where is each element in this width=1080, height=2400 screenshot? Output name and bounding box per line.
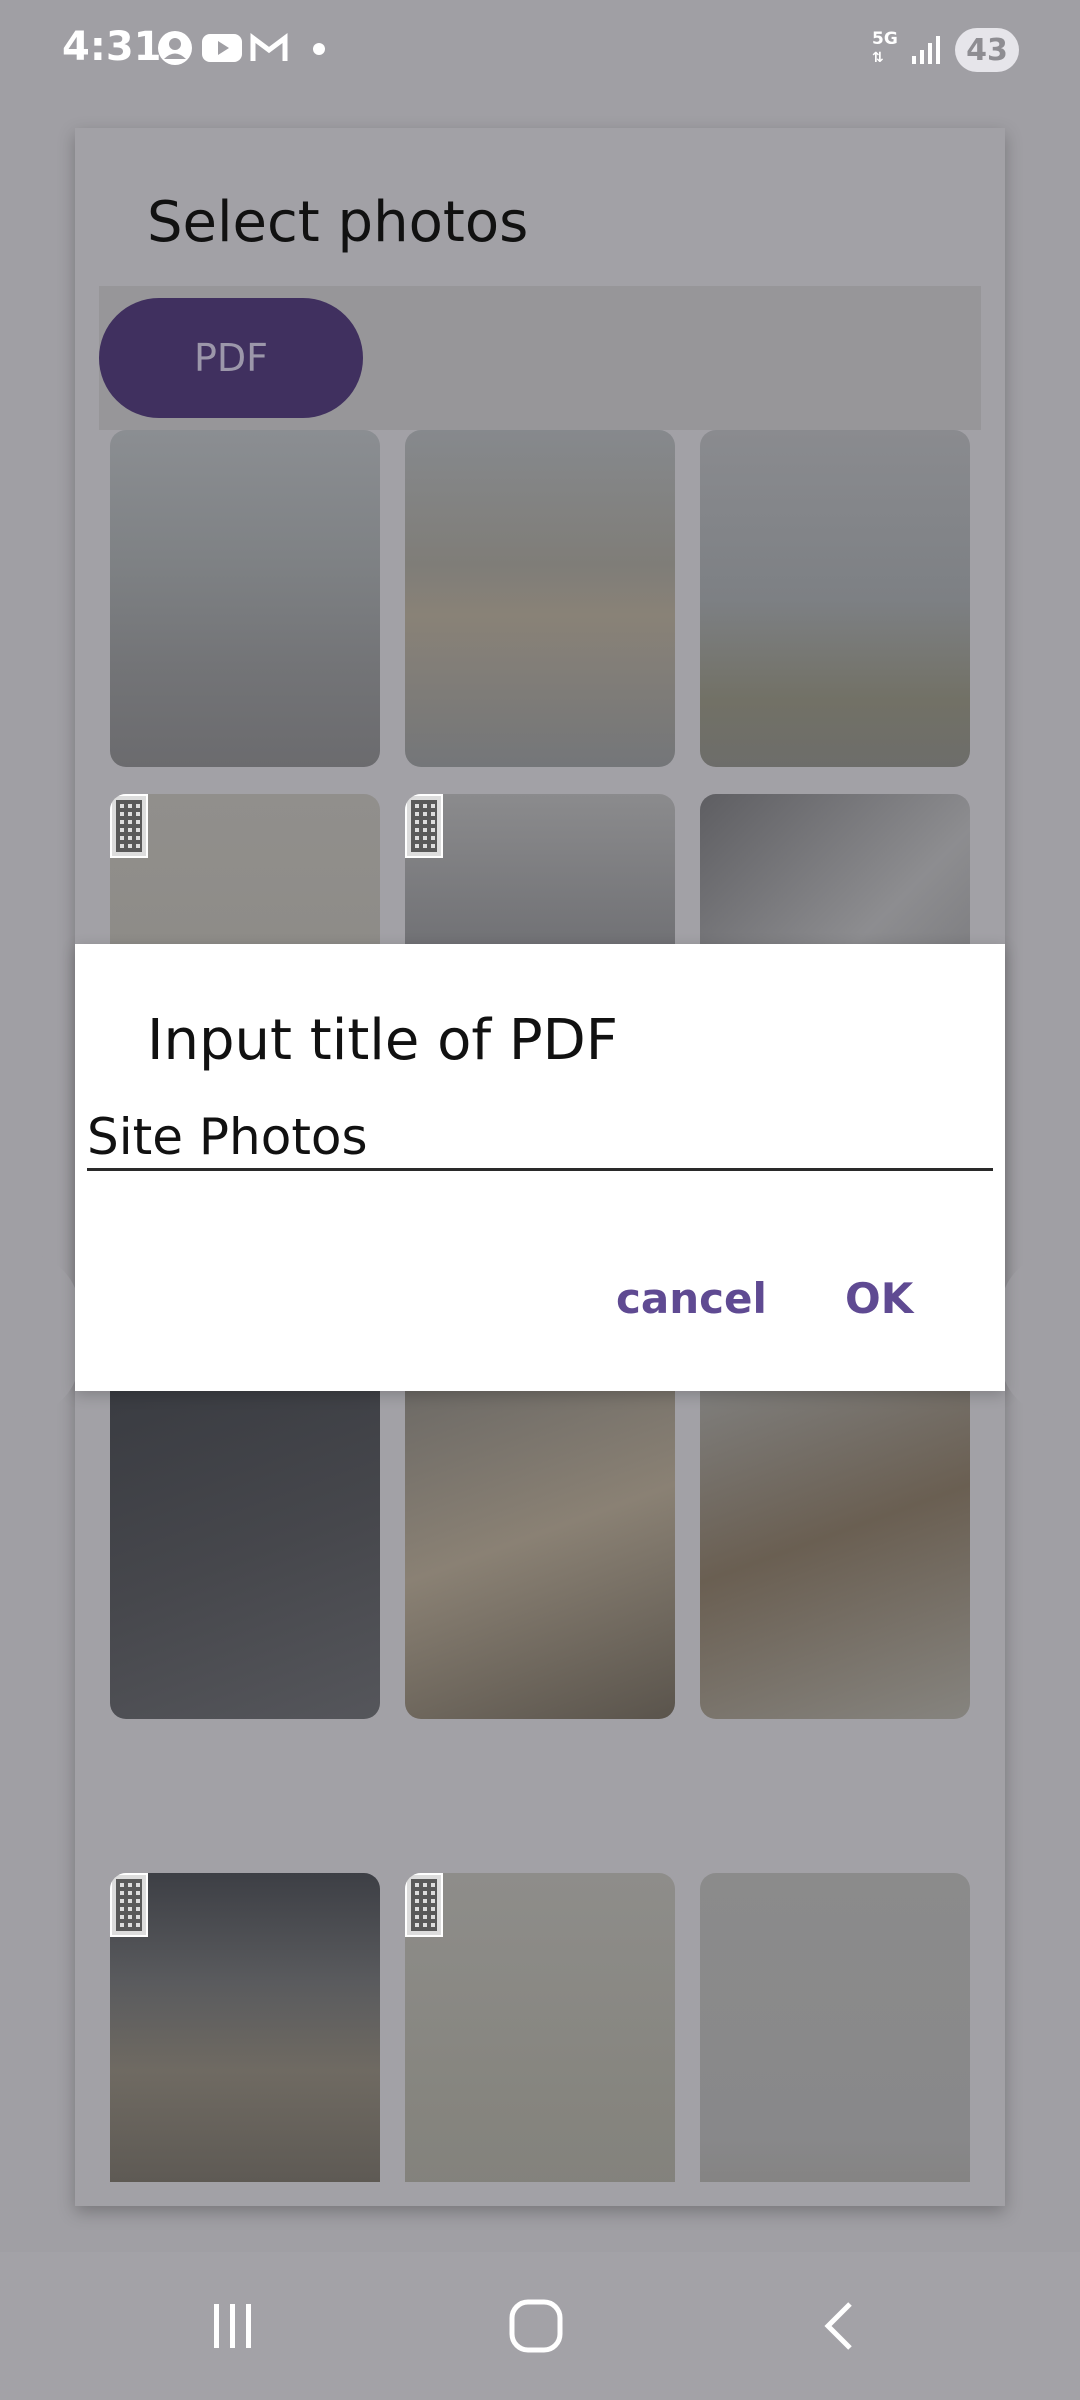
photo-thumbnail[interactable]: [700, 1391, 970, 1719]
navigation-bar: [0, 2252, 1080, 2400]
qr-code-badge: [405, 794, 443, 858]
home-button[interactable]: [496, 2298, 576, 2354]
account-circle-icon: [158, 31, 192, 65]
signal-icon: [912, 36, 940, 64]
pdf-button[interactable]: PDF: [99, 298, 363, 418]
pdf-title-input[interactable]: [87, 1106, 993, 1171]
photo-thumbnail[interactable]: [405, 1391, 675, 1719]
dialog-title: Input title of PDF: [147, 1008, 618, 1073]
pdf-title-dialog: Input title of PDF cancel OK: [75, 944, 1005, 1391]
youtube-icon: [202, 34, 242, 62]
photo-thumbnail[interactable]: [405, 1873, 675, 2182]
photo-thumbnail[interactable]: [110, 430, 380, 767]
photo-thumbnail[interactable]: [700, 1873, 970, 2182]
back-button[interactable]: [800, 2298, 880, 2354]
recent-apps-icon: [214, 2304, 251, 2348]
toolbar: PDF: [99, 286, 981, 430]
ok-button[interactable]: OK: [845, 1274, 913, 1323]
photo-thumbnail[interactable]: [110, 1873, 380, 2182]
notification-dot-icon: [313, 43, 325, 55]
photo-thumbnail[interactable]: [110, 1391, 380, 1719]
gmail-icon: [250, 33, 288, 61]
back-icon: [824, 2302, 852, 2350]
qr-code-badge: [110, 794, 148, 858]
side-panel-left: [0, 1252, 80, 1417]
screen-title: Select photos: [147, 190, 529, 255]
photo-thumbnail[interactable]: [405, 430, 675, 767]
qr-code-badge: [405, 1873, 443, 1937]
network-type: 5G ⇅: [872, 29, 898, 66]
home-icon: [509, 2299, 563, 2353]
recent-apps-button[interactable]: [193, 2298, 273, 2354]
qr-code-badge: [110, 1873, 148, 1937]
photo-thumbnail[interactable]: [700, 430, 970, 767]
status-bar: 4:31 5G ⇅ 43: [0, 0, 1080, 100]
cancel-button[interactable]: cancel: [616, 1274, 767, 1323]
side-panel-right: [1000, 1252, 1080, 1417]
status-time: 4:31: [62, 24, 162, 70]
battery-indicator: 43: [955, 28, 1019, 72]
